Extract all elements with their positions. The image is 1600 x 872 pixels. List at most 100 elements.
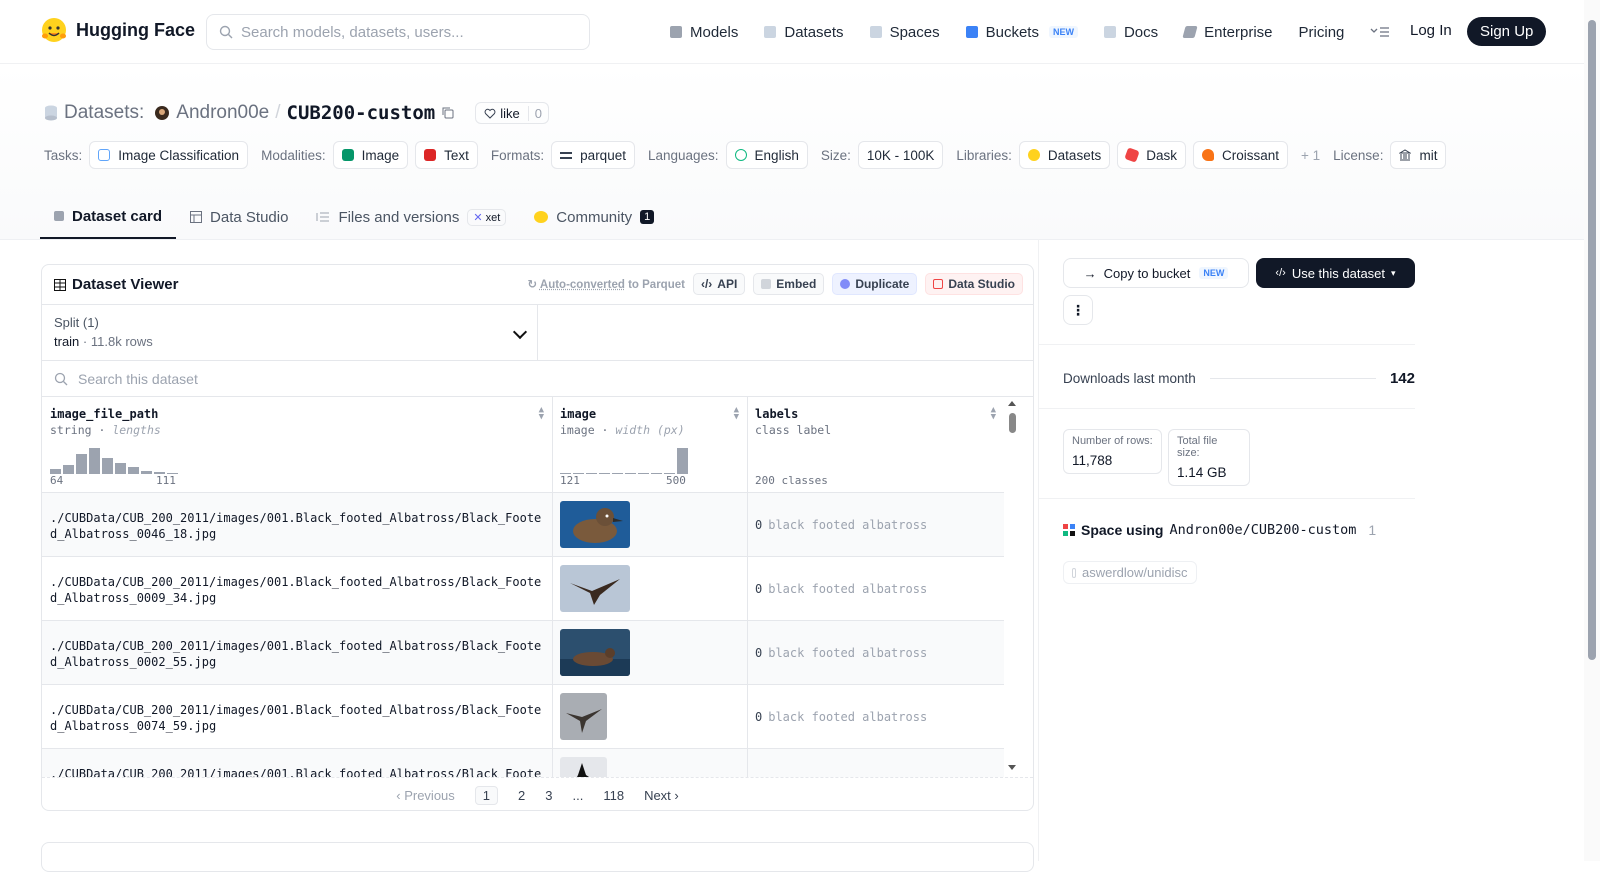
- nav-enterprise[interactable]: Enterprise: [1182, 24, 1273, 41]
- tag-image[interactable]: Image: [332, 141, 409, 169]
- table-row[interactable]: 0 black footed albatross: [747, 557, 1004, 621]
- hist-bar[interactable]: [63, 465, 74, 474]
- menu-icon: [1370, 27, 1390, 37]
- copy-to-bucket-button[interactable]: → Copy to bucket NEW: [1063, 258, 1249, 288]
- global-search-input[interactable]: Search models, datasets, users...: [206, 14, 590, 50]
- hist-bar[interactable]: [599, 473, 610, 474]
- table-row[interactable]: 0 black footed albatross: [747, 621, 1004, 685]
- login-link[interactable]: Log In: [1410, 22, 1452, 39]
- column-header[interactable]: labels class label ▲ ▼ 200 classes: [747, 397, 1004, 493]
- brand-logo[interactable]: Hugging Face: [40, 16, 195, 44]
- bird-thumbnail[interactable]: [560, 693, 607, 740]
- use-dataset-button[interactable]: ‹/› Use this dataset ▾: [1256, 258, 1415, 288]
- bird-thumbnail[interactable]: [560, 565, 630, 612]
- nav-docs[interactable]: Docs: [1103, 24, 1158, 41]
- table-row[interactable]: ./CUBData/CUB_200_2011/images/001.Black_…: [42, 749, 552, 777]
- auto-converted-link[interactable]: Auto-converted: [540, 279, 625, 291]
- copy-icon[interactable]: [441, 106, 455, 120]
- hist-bar[interactable]: [76, 454, 87, 474]
- length-histogram: [50, 444, 178, 474]
- table-row[interactable]: [552, 749, 747, 777]
- xet-badge: ✕ xet: [467, 208, 507, 226]
- page-2[interactable]: 2: [518, 788, 525, 803]
- split-selector[interactable]: Split (1) train · 11.8k rows: [42, 305, 538, 361]
- nav-more-menu[interactable]: [1370, 26, 1390, 38]
- hist-bar[interactable]: [586, 473, 597, 474]
- owner-link[interactable]: Andron00e: [176, 102, 269, 124]
- hist-bar[interactable]: [128, 467, 139, 474]
- hist-bar[interactable]: [651, 473, 662, 474]
- datasets-breadcrumb[interactable]: Datasets:: [64, 102, 144, 124]
- prev-page-button[interactable]: ‹ Previous: [396, 788, 455, 803]
- tab-files-versions[interactable]: Files and versions ✕ xet: [302, 195, 520, 239]
- hist-bar[interactable]: [612, 473, 623, 474]
- table-row[interactable]: [552, 685, 747, 749]
- bird-thumbnail[interactable]: [560, 757, 607, 777]
- embed-label: Embed: [776, 277, 817, 291]
- table-scrollbar[interactable]: [1004, 397, 1020, 777]
- column-header[interactable]: image image · width (px) ▲ ▼ 121 500: [552, 397, 747, 493]
- hist-bar[interactable]: [638, 473, 649, 474]
- table-row[interactable]: [552, 621, 747, 685]
- nav-datasets[interactable]: Datasets: [764, 24, 844, 41]
- tab-dataset-card[interactable]: Dataset card: [40, 195, 177, 239]
- table-row[interactable]: ./CUBData/CUB_200_2011/images/001.Black_…: [42, 621, 552, 685]
- table-row[interactable]: [552, 557, 747, 621]
- tag-croissant[interactable]: Croissant: [1192, 141, 1288, 169]
- tag-image-classification[interactable]: Image Classification: [89, 141, 249, 169]
- image-classification-icon: [98, 149, 111, 161]
- nav-models[interactable]: Models: [670, 24, 738, 41]
- hist-bar[interactable]: [89, 448, 100, 474]
- page-1[interactable]: 1: [474, 785, 499, 805]
- hist-bar[interactable]: [625, 473, 636, 474]
- table-row[interactable]: [747, 749, 1004, 777]
- auto-converted-note[interactable]: ↻ Auto-converted to Parquet: [527, 277, 684, 291]
- page-3[interactable]: 3: [545, 788, 552, 803]
- hist-bar[interactable]: [115, 463, 126, 474]
- tag-license[interactable]: mit: [1390, 141, 1447, 169]
- next-page-button[interactable]: Next ›: [644, 788, 679, 803]
- api-button[interactable]: ‹/› API: [692, 273, 746, 295]
- tag-datasets-lib[interactable]: Datasets: [1018, 141, 1111, 169]
- sort-icon[interactable]: ▲ ▼: [734, 406, 739, 422]
- more-options-button[interactable]: ⋮: [1063, 295, 1093, 325]
- tab-data-studio[interactable]: Data Studio: [176, 195, 302, 239]
- data-studio-button[interactable]: Data Studio: [925, 273, 1023, 295]
- tag-english[interactable]: English: [725, 141, 808, 169]
- duplicate-button[interactable]: Duplicate: [832, 273, 918, 295]
- column-header[interactable]: image_file_path string · lengths ▲ ▼ 64 1…: [42, 397, 552, 493]
- sort-icon[interactable]: ▲ ▼: [991, 406, 996, 422]
- hist-bar[interactable]: [102, 458, 113, 474]
- nav-spaces[interactable]: Spaces: [869, 24, 940, 41]
- tag-dask[interactable]: Dask: [1117, 141, 1186, 169]
- copy-bucket-label: Copy to bucket: [1103, 265, 1191, 281]
- dataset-name[interactable]: CUB200-custom: [287, 102, 436, 124]
- table-row[interactable]: 0 black footed albatross: [747, 685, 1004, 749]
- bird-thumbnail[interactable]: [560, 629, 630, 676]
- table-row[interactable]: 0 black footed albatross: [747, 493, 1004, 557]
- page-118[interactable]: 118: [603, 788, 624, 803]
- nav-pricing[interactable]: Pricing: [1299, 24, 1345, 41]
- hist-bar[interactable]: [677, 448, 688, 474]
- tab-community[interactable]: Community 1: [520, 195, 668, 239]
- table-row[interactable]: ./CUBData/CUB_200_2011/images/001.Black_…: [42, 685, 552, 749]
- sort-icon[interactable]: ▲ ▼: [539, 406, 544, 422]
- tag-text[interactable]: Text: [415, 141, 478, 169]
- dataset-search-input[interactable]: Search this dataset: [42, 361, 1033, 397]
- embed-button[interactable]: Embed: [753, 273, 825, 295]
- nav-buckets[interactable]: Buckets NEW: [965, 24, 1078, 41]
- tag-parquet[interactable]: parquet: [551, 141, 635, 169]
- like-button[interactable]: like 0: [475, 102, 549, 124]
- table-row[interactable]: ./CUBData/CUB_200_2011/images/001.Black_…: [42, 557, 552, 621]
- tag-size[interactable]: 10K - 100K: [857, 141, 944, 169]
- table-row[interactable]: [552, 493, 747, 557]
- page-scrollbar[interactable]: [1584, 0, 1600, 861]
- hist-bar[interactable]: [141, 471, 152, 474]
- scrollbar-thumb[interactable]: [1588, 20, 1596, 660]
- table-row[interactable]: ./CUBData/CUB_200_2011/images/001.Black_…: [42, 493, 552, 557]
- space-item[interactable]: aswerdlow/unidisc: [1063, 561, 1197, 584]
- more-libraries[interactable]: + 1: [1301, 148, 1320, 163]
- bird-thumbnail[interactable]: [560, 501, 630, 548]
- viewer-header: Dataset Viewer ↻ Auto-converted to Parqu…: [42, 265, 1033, 305]
- signup-button[interactable]: Sign Up: [1467, 17, 1547, 46]
